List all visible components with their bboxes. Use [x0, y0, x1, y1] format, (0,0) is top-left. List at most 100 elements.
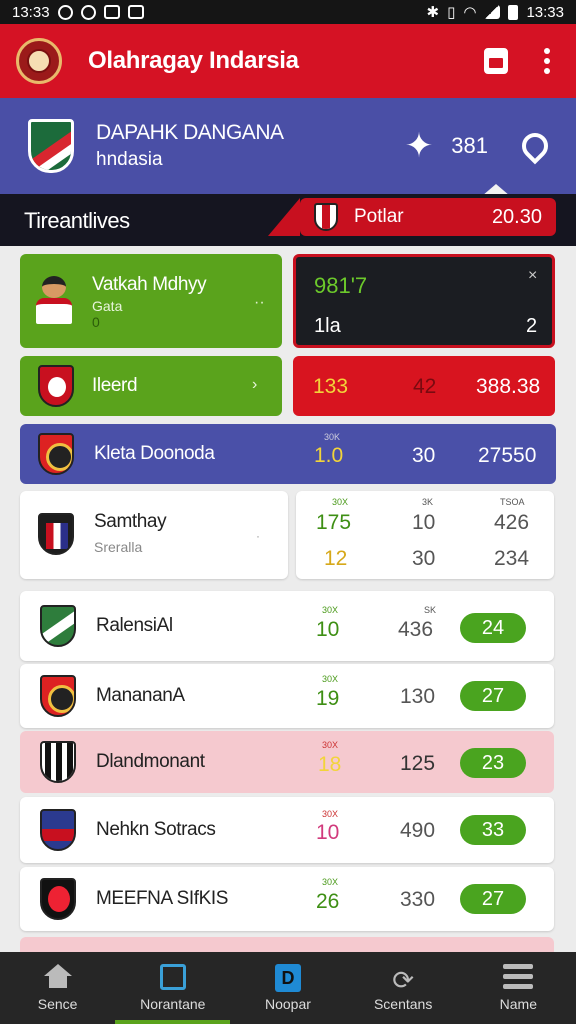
standing-team-name: RalensiAl	[96, 615, 173, 636]
standing-row-highlighted[interactable]: Dlandmonant 30X 18 125 23	[20, 731, 554, 793]
status-time-left: 13:33	[12, 3, 50, 21]
team-crest-icon	[40, 741, 76, 783]
status-bar: 13:33 ✱ ▯ ◠ 13:33	[0, 0, 576, 24]
team-row-green[interactable]: Ileerd ›	[20, 356, 282, 416]
app-title: Olahragay Indarsia	[88, 47, 299, 74]
team-crest	[28, 119, 74, 173]
team-detail-card[interactable]: Samthay Sreralla ·	[20, 491, 288, 579]
close-icon[interactable]: ×	[528, 267, 537, 285]
nav-label: Noopar	[265, 996, 311, 1012]
standing-points-badge: 27	[460, 681, 526, 711]
stat-r2-v1: 12	[324, 547, 348, 570]
team-count: 381	[451, 133, 488, 158]
notification-icon	[57, 4, 73, 20]
wifi-icon: ◠	[463, 4, 477, 21]
calendar-icon[interactable]	[484, 48, 508, 74]
battery-icon	[508, 4, 519, 20]
team-crest-icon	[38, 365, 74, 407]
stat-header-3: TSOA	[500, 497, 525, 507]
team-row-stats-red[interactable]: 133 42 388.38	[293, 356, 555, 416]
stat-header: 30X	[322, 740, 339, 750]
player-avatar	[34, 274, 74, 324]
standing-value-1: 19	[316, 687, 340, 710]
tab-icon: D	[274, 964, 301, 992]
standing-row[interactable]: Nehkn Sotracs 30X 10 490 33	[20, 797, 554, 863]
standing-value-1: 10	[316, 821, 340, 844]
match-tab[interactable]: Potlar 20.30	[268, 198, 556, 236]
stat-header: 30X	[322, 877, 339, 887]
stat-value-3: 388.38	[476, 375, 541, 398]
stat-r1-v3: 426	[494, 511, 530, 534]
standing-value-1: 18	[318, 753, 342, 776]
vibrate-icon: ▯	[447, 4, 456, 21]
featured-player-card[interactable]: Vatkah Mdhyy Gata 0 ··	[20, 254, 282, 348]
more-dots-icon: ·	[256, 529, 260, 543]
live-score-count: 2	[526, 315, 538, 337]
standing-value-2: 490	[400, 819, 436, 842]
nav-item-menu[interactable]: Name	[461, 952, 576, 1024]
team-row-blue[interactable]: Kleta Doonoda 30K 1.0 30 27550	[20, 424, 556, 484]
refresh-icon: ⟳	[392, 965, 415, 995]
stat-header-2: 3K	[422, 497, 434, 507]
section-bar: Tireantlives Potlar 20.30	[0, 194, 576, 246]
team-country: hndasia	[96, 149, 163, 170]
standing-row[interactable]: RalensiAl 30X SK 10 436 24	[20, 591, 554, 661]
stat-r1-v2: 10	[412, 511, 436, 534]
standing-team-name: Dlandmonant	[96, 751, 205, 772]
app-bar: Olahragay Indarsia	[0, 24, 576, 98]
stat-r2-v2: 30	[412, 547, 436, 570]
document-icon	[159, 964, 186, 990]
team-crest-icon	[40, 878, 76, 920]
match-name: Potlar	[354, 206, 404, 227]
match-crest	[314, 203, 338, 231]
stat-header: 30X	[322, 605, 339, 615]
nav-item-home[interactable]: Sence	[0, 952, 115, 1024]
standing-row[interactable]: MEEFNA SIfKIS 30X 26 330 27	[20, 867, 554, 931]
stat-value-1: 133	[313, 375, 349, 398]
nav-item-scores[interactable]: ⟳ Scentans	[346, 952, 461, 1024]
nav-item-standings[interactable]: Norantane	[115, 952, 231, 1024]
more-dots-icon: ··	[254, 294, 265, 311]
live-score-card[interactable]: 981'7 × 1la 2	[293, 254, 555, 348]
nav-label: Scentans	[373, 996, 433, 1012]
standing-value-2: 125	[400, 752, 436, 775]
stat-header: 30X	[322, 809, 339, 819]
team-crest-icon	[40, 809, 76, 851]
location-icon[interactable]	[516, 127, 554, 165]
player-subtitle: Gata	[92, 298, 123, 314]
team-crest-icon	[38, 433, 74, 475]
standing-row[interactable]: ManananA 30X 19 130 27	[20, 664, 554, 728]
nav-label: Name	[499, 996, 538, 1012]
stat-value-2: 30	[412, 444, 436, 467]
stat-value-3: 27550	[478, 444, 537, 467]
team-detail-name: Samthay	[94, 511, 167, 532]
stat-r1-v1: 175	[316, 511, 352, 534]
more-options-icon[interactable]	[544, 48, 550, 74]
nav-label: Norantane	[140, 996, 206, 1012]
standing-value-2: 436	[398, 618, 434, 641]
standing-points-badge: 33	[460, 815, 526, 845]
chevron-right-icon: ›	[252, 376, 258, 393]
stat-header: SK	[424, 605, 437, 615]
match-score: 20.30	[491, 205, 542, 228]
standing-points-badge: 24	[460, 613, 526, 643]
standing-points-badge: 27	[460, 884, 526, 914]
team-crest-icon	[38, 513, 74, 555]
stat-r2-v3: 234	[494, 547, 530, 570]
bottom-navigation: Sence Norantane D Noopar ⟳ Scentans Name	[0, 952, 576, 1024]
team-crest-icon	[40, 605, 76, 647]
player-subtitle-2: 0	[92, 314, 100, 330]
sync-icon	[80, 4, 96, 20]
status-time-right: 13:33	[526, 3, 564, 21]
nav-item-tab[interactable]: D Noopar	[230, 952, 345, 1024]
live-score-label: 1la	[314, 315, 341, 337]
standing-value-2: 130	[400, 685, 436, 708]
player-icon[interactable]: ✦	[405, 126, 434, 166]
standing-team-name: Nehkn Sotracs	[96, 819, 216, 840]
team-row-name: Kleta Doonoda	[94, 443, 215, 464]
standing-points-badge: 23	[460, 748, 526, 778]
stat-header: 30X	[322, 674, 339, 684]
standing-value-1: 10	[316, 618, 340, 641]
standing-team-name: ManananA	[96, 685, 185, 706]
stat-header-1: 30X	[332, 497, 349, 507]
